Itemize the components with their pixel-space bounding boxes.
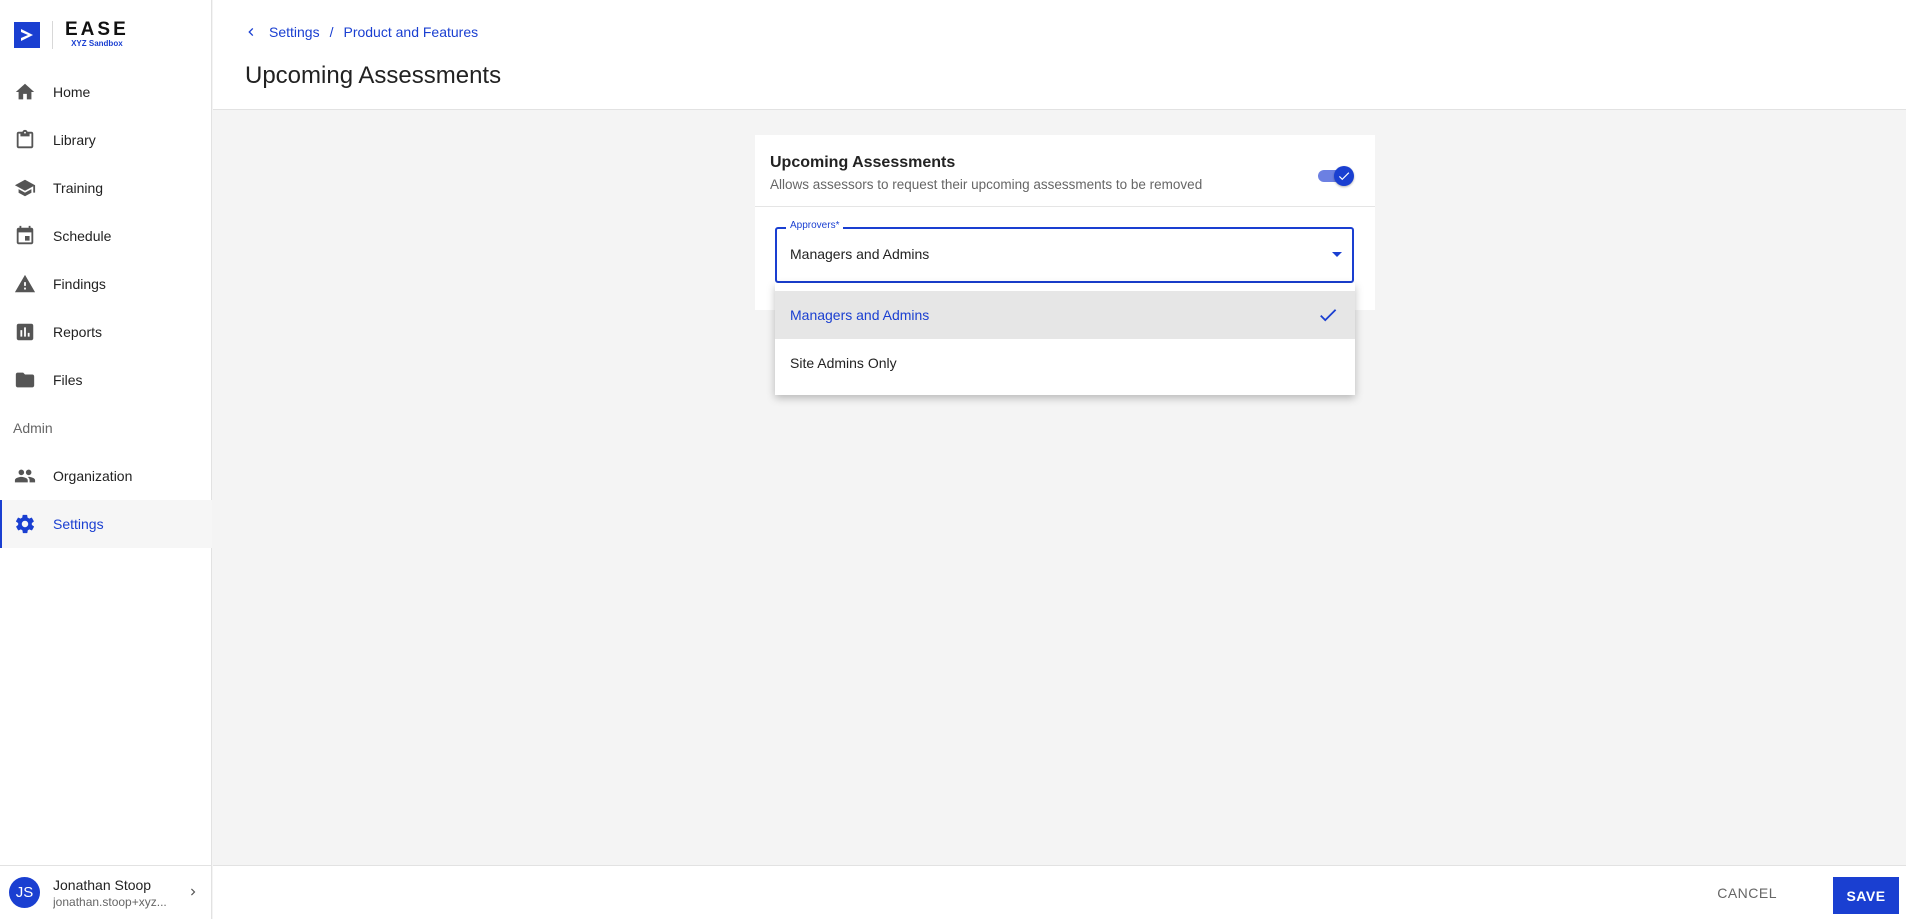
- home-icon: [13, 80, 37, 104]
- app-logo[interactable]: EASE XYZ Sandbox: [14, 20, 129, 50]
- sidebar-item-label: Files: [53, 372, 83, 388]
- sidebar-item-label: Organization: [53, 468, 133, 484]
- sidebar-item-label: Schedule: [53, 228, 112, 244]
- approvers-select[interactable]: Approvers* Managers and Admins: [775, 220, 1354, 283]
- sidebar-item-settings[interactable]: Settings: [0, 500, 212, 548]
- gear-icon: [13, 512, 37, 536]
- sidebar-item-label: Library: [53, 132, 96, 148]
- checkmark-icon: [1317, 304, 1339, 329]
- feature-description: Allows assessors to request their upcomi…: [770, 177, 1203, 192]
- sidebar-item-organization[interactable]: Organization: [0, 452, 212, 500]
- logo-name: EASE: [65, 19, 129, 40]
- sidebar-section-admin: Admin: [13, 420, 53, 436]
- save-button[interactable]: SAVE: [1833, 877, 1899, 914]
- cancel-button[interactable]: CANCEL: [1707, 877, 1787, 909]
- sidebar-item-home[interactable]: Home: [0, 68, 212, 116]
- sidebar-item-label: Training: [53, 180, 104, 196]
- avatar: JS: [9, 877, 40, 908]
- user-profile[interactable]: JS Jonathan Stoop jonathan.stoop+xyz...: [0, 865, 212, 919]
- sidebar-item-label: Home: [53, 84, 91, 100]
- approvers-select-label: Approvers*: [786, 220, 844, 231]
- dropdown-option-label: Managers and Admins: [790, 307, 930, 323]
- warning-icon: [13, 272, 37, 296]
- approvers-select-value: Managers and Admins: [790, 246, 930, 262]
- dropdown-option-label: Site Admins Only: [790, 355, 897, 371]
- sidebar-item-library[interactable]: Library: [0, 116, 212, 164]
- calendar-icon: [13, 224, 37, 248]
- clipboard-icon: [13, 128, 37, 152]
- check-icon: [1334, 166, 1354, 186]
- sidebar-item-training[interactable]: Training: [0, 164, 212, 212]
- chevron-right-icon: [186, 885, 200, 904]
- sidebar-item-label: Findings: [53, 276, 106, 292]
- logo-mark-icon: [14, 22, 40, 48]
- dropdown-option-site-admins-only[interactable]: Site Admins Only: [775, 339, 1355, 387]
- logo-text: EASE XYZ Sandbox: [65, 19, 129, 49]
- page-header: Settings / Product and Features Upcoming…: [213, 0, 1906, 110]
- user-email: jonathan.stoop+xyz...: [53, 894, 167, 909]
- sidebar-item-label: Reports: [53, 324, 103, 340]
- user-info: Jonathan Stoop jonathan.stoop+xyz...: [53, 876, 173, 910]
- breadcrumb-separator: /: [329, 24, 334, 40]
- sidebar-item-findings[interactable]: Findings: [0, 260, 212, 308]
- action-footer: CANCEL SAVE: [213, 865, 1906, 919]
- sidebar-item-label: Settings: [53, 516, 104, 532]
- graduation-cap-icon: [13, 176, 37, 200]
- sidebar-item-reports[interactable]: Reports: [0, 308, 212, 356]
- dropdown-option-managers-and-admins[interactable]: Managers and Admins: [775, 291, 1355, 339]
- back-chevron-icon[interactable]: [243, 24, 259, 40]
- folder-icon: [13, 368, 37, 392]
- card-divider: [755, 206, 1375, 207]
- page-title: Upcoming Assessments: [245, 62, 502, 89]
- breadcrumb: Settings / Product and Features: [243, 24, 478, 40]
- bar-chart-icon: [13, 320, 37, 344]
- feature-toggle[interactable]: [1316, 164, 1356, 188]
- people-icon: [13, 464, 37, 488]
- sidebar-item-files[interactable]: Files: [0, 356, 212, 404]
- user-name: Jonathan Stoop: [53, 876, 152, 893]
- breadcrumb-settings[interactable]: Settings: [269, 24, 320, 40]
- sidebar: EASE XYZ Sandbox Home Library Training S…: [0, 0, 212, 919]
- logo-divider: [52, 21, 53, 49]
- approvers-dropdown-menu: Managers and Admins Site Admins Only: [775, 283, 1355, 395]
- breadcrumb-product-and-features[interactable]: Product and Features: [343, 24, 478, 40]
- sidebar-item-schedule[interactable]: Schedule: [0, 212, 212, 260]
- sidebar-nav: Home Library Training Schedule Findings: [0, 68, 212, 548]
- logo-subtitle: XYZ Sandbox: [71, 39, 123, 48]
- caret-down-icon: [1332, 252, 1342, 257]
- feature-title: Upcoming Assessments: [770, 154, 956, 171]
